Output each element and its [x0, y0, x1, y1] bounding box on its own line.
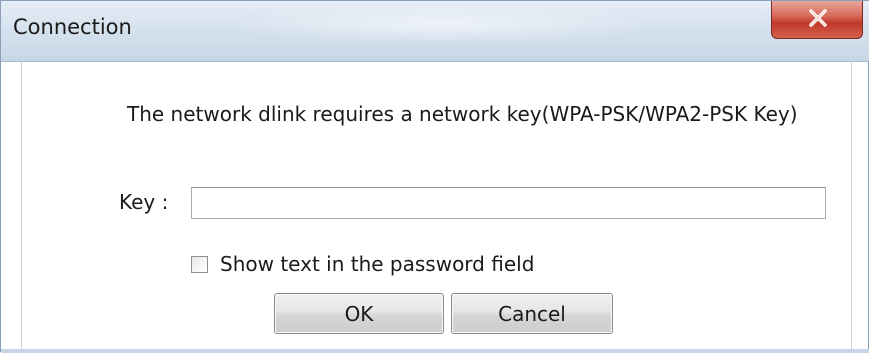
title-bar[interactable]: Connection: [1, 1, 869, 62]
cancel-button[interactable]: Cancel: [451, 293, 613, 334]
show-password-option[interactable]: Show text in the password field: [191, 252, 534, 276]
key-label: Key :: [119, 190, 169, 214]
ok-button[interactable]: OK: [274, 293, 444, 334]
window-bottom-border: [1, 349, 869, 353]
close-icon: [809, 9, 827, 27]
show-password-label[interactable]: Show text in the password field: [220, 252, 534, 276]
network-key-input[interactable]: [191, 187, 826, 219]
window-title: Connection: [13, 15, 132, 39]
close-button[interactable]: [771, 1, 863, 39]
connection-dialog: Connection The network dlink requires a …: [0, 0, 869, 353]
show-password-checkbox[interactable]: [191, 255, 208, 273]
network-key-message: The network dlink requires a network key…: [127, 102, 798, 126]
